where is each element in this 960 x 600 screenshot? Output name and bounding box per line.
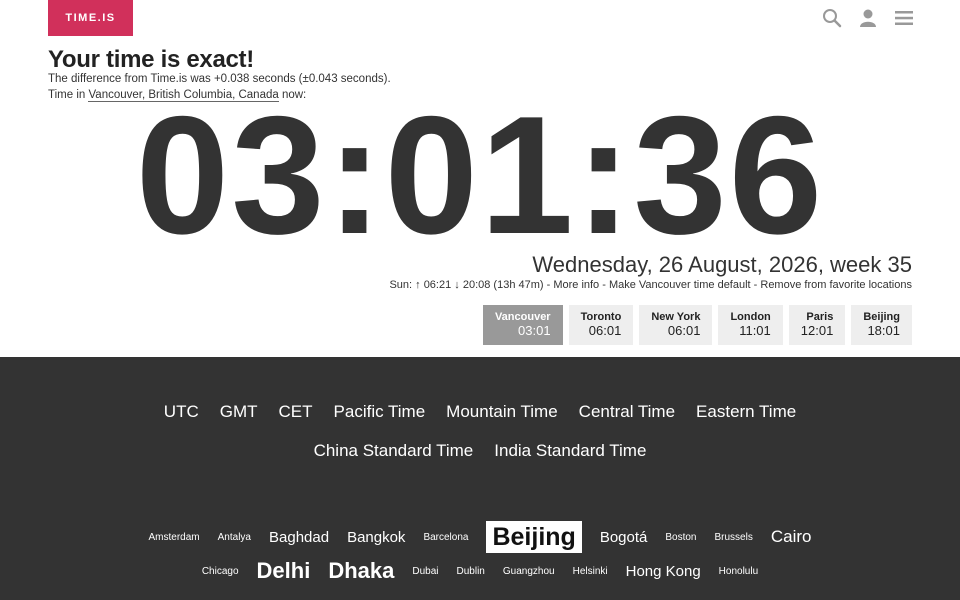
fav-toronto[interactable]: Toronto 06:01	[568, 305, 634, 345]
main-clock: 03:01:36	[135, 81, 825, 269]
fav-beijing[interactable]: Beijing 18:01	[851, 305, 912, 345]
header-icons	[822, 8, 914, 28]
sun-info[interactable]: Sun: ↑ 06:21 ↓ 20:08 (13h 47m) - More in…	[389, 279, 912, 291]
zone-link[interactable]: India Standard Time	[494, 440, 646, 462]
city-link[interactable]: Baghdad	[269, 529, 329, 546]
search-icon[interactable]	[822, 8, 842, 28]
zone-link[interactable]: Eastern Time	[696, 401, 796, 423]
city-link[interactable]: Bogotá	[600, 529, 648, 546]
fav-time: 06:01	[588, 323, 622, 338]
fav-time: 18:01	[867, 323, 900, 338]
footer-section: UTC GMT CET Pacific Time Mountain Time C…	[0, 357, 960, 600]
fav-new-york[interactable]: New York 06:01	[639, 305, 713, 345]
zone-link[interactable]: UTC	[164, 401, 199, 423]
menu-icon[interactable]	[894, 8, 914, 28]
logo[interactable]: TIME.IS	[48, 0, 133, 36]
fav-time: 11:01	[739, 323, 771, 338]
fav-city: New York	[651, 311, 701, 323]
zone-link[interactable]: Central Time	[579, 401, 675, 423]
city-link[interactable]: Guangzhou	[503, 566, 555, 577]
fav-time: 03:01	[518, 323, 551, 338]
fav-time: 12:01	[800, 323, 834, 338]
city-link[interactable]: Antalya	[218, 532, 251, 543]
city-link[interactable]: Helsinki	[573, 566, 608, 577]
favorite-locations: Vancouver 03:01 Toronto 06:01 New York 0…	[482, 305, 912, 345]
fav-london[interactable]: London 11:01	[718, 305, 783, 345]
fav-time: 06:01	[667, 323, 701, 338]
city-link[interactable]: Dublin	[457, 566, 485, 577]
zone-link[interactable]: China Standard Time	[314, 440, 474, 462]
zone-link[interactable]: Pacific Time	[334, 401, 426, 423]
city-link-highlighted[interactable]: Beijing	[486, 521, 582, 553]
fav-vancouver[interactable]: Vancouver 03:01	[482, 305, 563, 345]
city-link[interactable]: Hong Kong	[626, 563, 701, 580]
user-icon[interactable]	[858, 8, 878, 28]
city-link[interactable]: Barcelona	[423, 532, 468, 543]
city-link[interactable]: Chicago	[202, 566, 239, 577]
city-link[interactable]: Dubai	[412, 566, 438, 577]
fav-city: London	[730, 311, 771, 323]
city-links: Amsterdam Antalya Baghdad Bangkok Barcel…	[0, 520, 960, 588]
city-link[interactable]: Dhaka	[328, 558, 394, 584]
city-link[interactable]: Boston	[665, 532, 696, 543]
top-section: TIME.IS Your time is exact! The differen…	[0, 0, 960, 357]
fav-city: Vancouver	[494, 311, 551, 323]
zone-link[interactable]: CET	[279, 401, 313, 423]
city-link[interactable]: Bangkok	[347, 529, 405, 546]
city-link[interactable]: Amsterdam	[149, 532, 200, 543]
date-line: Wednesday, 26 August, 2026, week 35	[532, 252, 912, 277]
city-link[interactable]: Cairo	[771, 527, 812, 547]
fav-paris[interactable]: Paris 12:01	[788, 305, 846, 345]
city-link[interactable]: Honolulu	[719, 566, 758, 577]
zone-link[interactable]: GMT	[220, 401, 258, 423]
city-link[interactable]: Brussels	[715, 532, 753, 543]
zone-link[interactable]: Mountain Time	[446, 401, 558, 423]
fav-city: Toronto	[580, 311, 622, 323]
city-link[interactable]: Delhi	[257, 558, 311, 584]
fav-city: Beijing	[863, 311, 900, 323]
timezone-links: UTC GMT CET Pacific Time Mountain Time C…	[0, 401, 960, 479]
fav-city: Paris	[806, 311, 834, 323]
status-headline: Your time is exact!	[48, 46, 254, 73]
